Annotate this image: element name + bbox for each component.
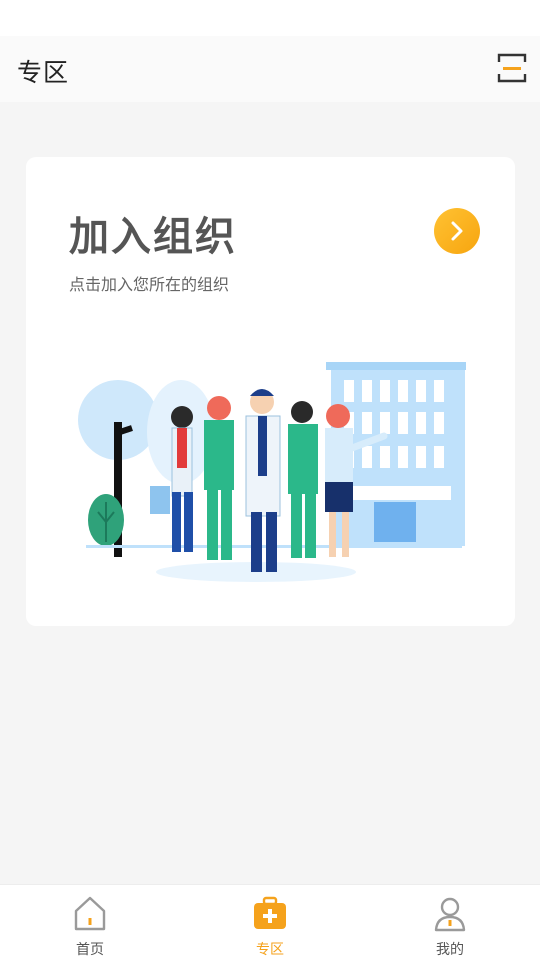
tab-mine-label: 我的 [436, 942, 464, 958]
status-bar [0, 0, 540, 36]
join-arrow-button[interactable] [434, 208, 480, 254]
profile-icon [434, 897, 466, 932]
page-title: 专区 [17, 58, 70, 87]
card-subtitle: 点击加入您所在的组织 [69, 275, 230, 294]
scan-icon [497, 53, 527, 83]
tab-zone[interactable]: 专区 [180, 885, 360, 961]
chevron-right-icon [451, 221, 463, 241]
medical-kit-icon [254, 896, 286, 929]
card-title: 加入组织 [69, 214, 237, 260]
medical-staff-illustration [78, 362, 466, 582]
scan-button[interactable] [497, 52, 527, 84]
home-icon [74, 896, 106, 931]
tab-home[interactable]: 首页 [0, 885, 180, 961]
top-header: 专区 [0, 36, 540, 102]
bottom-tab-bar: 首页 专区 我的 [0, 884, 540, 961]
tab-mine[interactable]: 我的 [360, 885, 540, 961]
tab-zone-label: 专区 [256, 942, 284, 958]
tab-home-label: 首页 [76, 942, 104, 958]
join-organization-card[interactable]: 加入组织 点击加入您所在的组织 [26, 157, 515, 626]
